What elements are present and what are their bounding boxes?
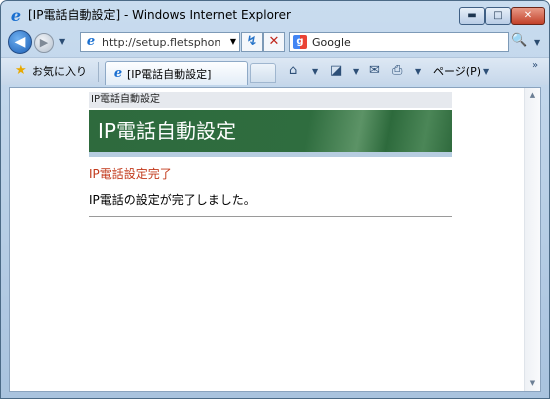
page-title: IP電話自動設定 bbox=[98, 119, 236, 143]
page-menu-button[interactable]: ページ(P) bbox=[433, 65, 481, 78]
home-dropdown-icon[interactable]: ▼ bbox=[312, 67, 318, 77]
navigation-bar: ◀ ▶ ▼ e http://setup.fletsphone/ ▼ ↯ ✕ g… bbox=[1, 29, 549, 55]
tab-active[interactable]: e [IP電話自動設定] bbox=[105, 61, 248, 85]
tab-label: [IP電話自動設定] bbox=[127, 68, 212, 81]
mail-icon[interactable]: ✉ bbox=[369, 64, 380, 78]
page-viewport: IP電話自動設定 IP電話自動設定 IP電話設定完了 IP電話の設定が完了しまし… bbox=[9, 87, 541, 392]
recent-pages-dropdown-icon[interactable]: ▼ bbox=[59, 37, 65, 47]
favorites-star-icon[interactable]: ★ bbox=[15, 64, 27, 78]
print-icon[interactable]: ⎙ bbox=[392, 64, 402, 78]
address-input[interactable]: http://setup.fletsphone/ bbox=[102, 36, 220, 50]
command-bar: ★ お気に入り e [IP電話自動設定] ⌂ ▼ ◪ ▼ ✉ ⎙ ▼ ページ(P… bbox=[1, 57, 549, 85]
feeds-dropdown-icon[interactable]: ▼ bbox=[353, 67, 359, 77]
page-menu-dropdown-icon[interactable]: ▼ bbox=[483, 67, 489, 77]
status-message: IP電話の設定が完了しました。 bbox=[89, 193, 256, 207]
content-divider bbox=[89, 216, 452, 217]
page-banner: IP電話自動設定 bbox=[89, 110, 452, 152]
search-box[interactable]: g Google bbox=[289, 32, 509, 52]
close-button[interactable]: ✕ bbox=[511, 7, 545, 25]
search-options-dropdown-icon[interactable]: ▼ bbox=[534, 38, 540, 48]
stop-button[interactable]: ✕ bbox=[263, 32, 285, 52]
page-icon: e bbox=[86, 34, 96, 49]
vertical-scrollbar[interactable]: ▲ ▼ bbox=[524, 88, 540, 391]
scroll-down-icon[interactable]: ▼ bbox=[525, 376, 540, 391]
favorites-button[interactable]: お気に入り bbox=[32, 65, 87, 78]
window-title: [IP電話自動設定] - Windows Internet Explorer bbox=[28, 8, 291, 22]
breadcrumb-bar: IP電話自動設定 bbox=[89, 92, 452, 108]
minimize-button[interactable]: ▬ bbox=[459, 7, 485, 25]
tab-page-icon: e bbox=[113, 66, 123, 81]
maximize-button[interactable]: □ bbox=[485, 7, 511, 25]
forward-button[interactable]: ▶ bbox=[34, 33, 54, 53]
status-heading: IP電話設定完了 bbox=[89, 167, 172, 181]
feeds-icon[interactable]: ◪ bbox=[330, 64, 342, 78]
print-dropdown-icon[interactable]: ▼ bbox=[415, 67, 421, 77]
refresh-button[interactable]: ↯ bbox=[241, 32, 263, 52]
more-tools-chevron-icon[interactable]: » bbox=[532, 61, 538, 71]
ie-logo-icon: e bbox=[10, 6, 22, 25]
google-icon: g bbox=[293, 35, 307, 49]
scroll-up-icon[interactable]: ▲ bbox=[525, 88, 540, 103]
back-button[interactable]: ◀ bbox=[8, 30, 32, 54]
search-icon[interactable]: 🔍 bbox=[511, 34, 527, 48]
home-icon[interactable]: ⌂ bbox=[289, 64, 297, 78]
search-input[interactable]: Google bbox=[312, 36, 351, 49]
toolbar-divider bbox=[98, 62, 99, 82]
breadcrumb: IP電話自動設定 bbox=[91, 94, 160, 105]
address-bar[interactable]: e http://setup.fletsphone/ ▼ bbox=[80, 32, 240, 52]
new-tab-button[interactable] bbox=[250, 63, 276, 83]
banner-underline bbox=[89, 152, 452, 157]
browser-window: e [IP電話自動設定] - Windows Internet Explorer… bbox=[0, 0, 550, 399]
title-bar[interactable]: e [IP電話自動設定] - Windows Internet Explorer… bbox=[1, 1, 549, 29]
address-dropdown-icon[interactable]: ▼ bbox=[230, 37, 236, 47]
